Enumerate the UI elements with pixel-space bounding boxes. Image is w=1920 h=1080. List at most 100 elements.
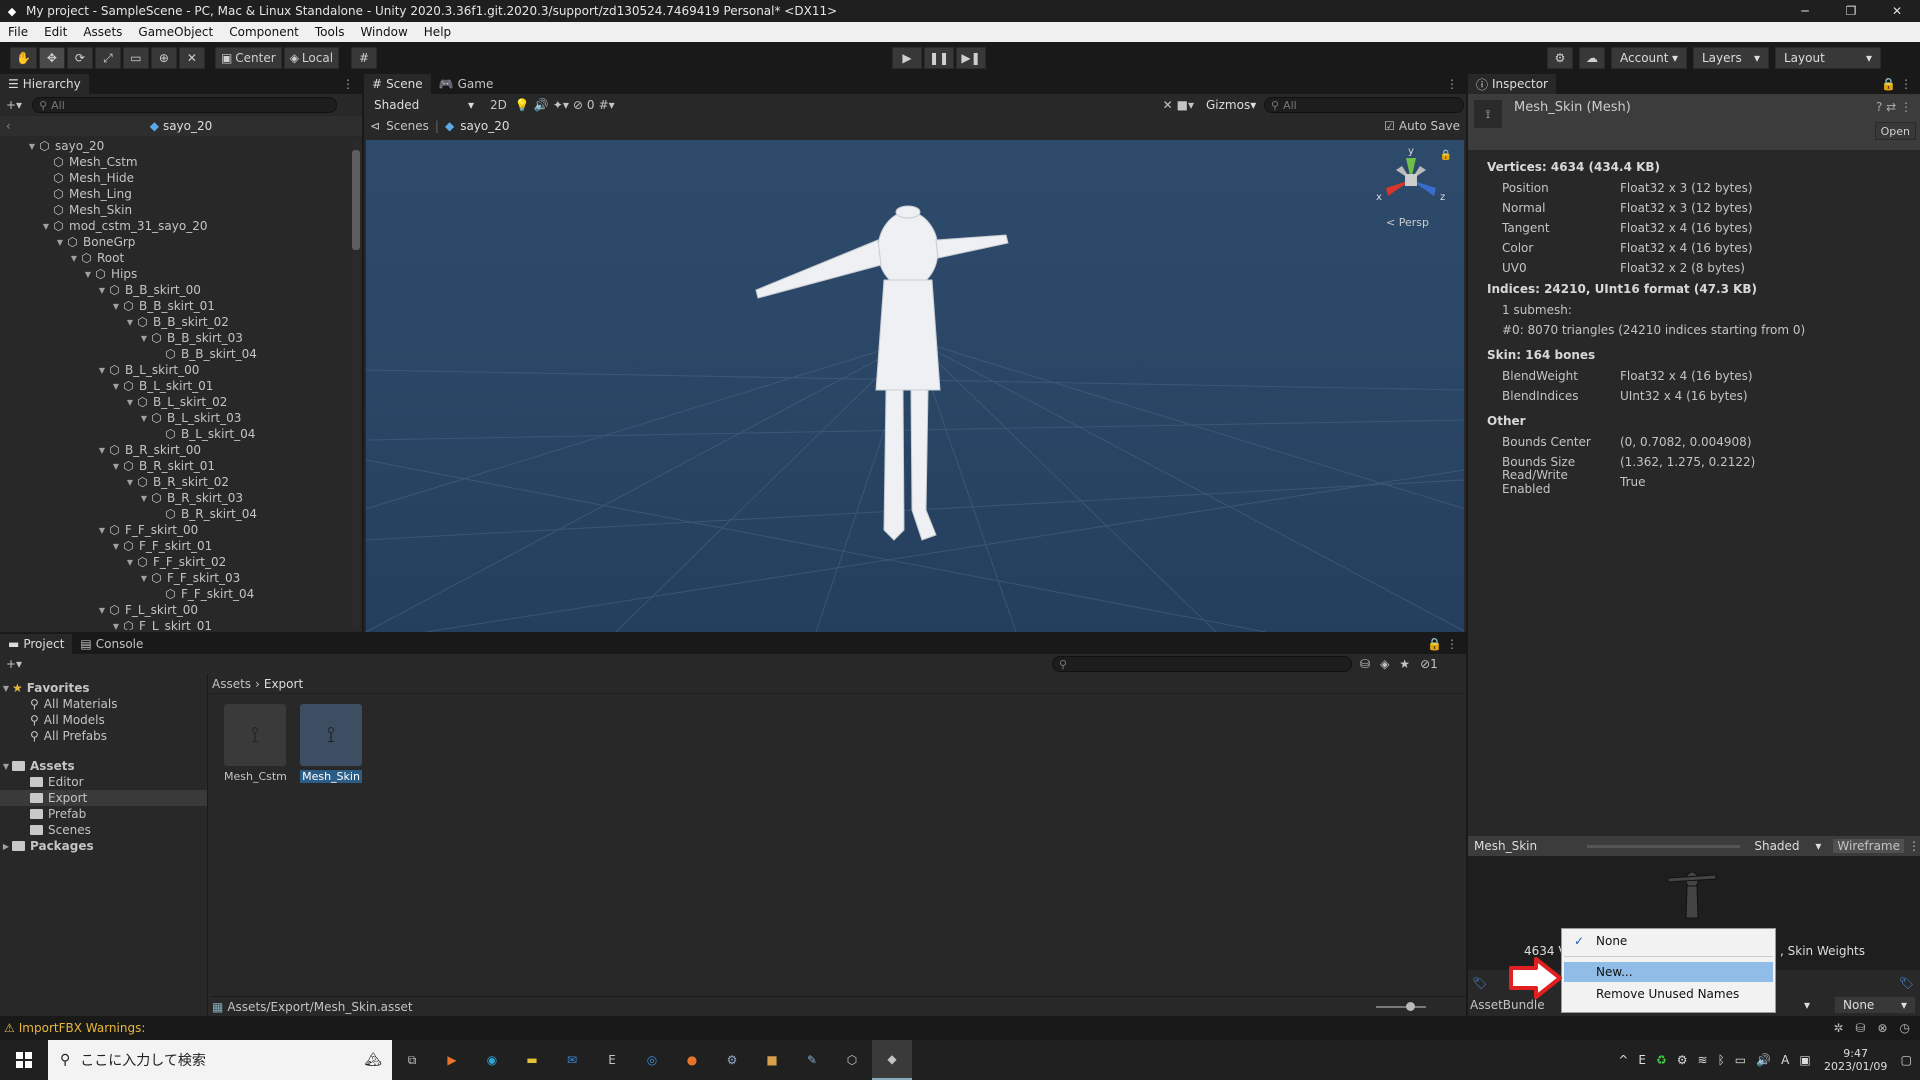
- hierarchy-item[interactable]: ▼ ⬡ B_L_skirt_00: [0, 362, 362, 378]
- custom-tool-button[interactable]: ✕: [178, 47, 205, 69]
- assets-folder[interactable]: ▼ Assets: [0, 758, 207, 774]
- grid-snap-button[interactable]: #: [351, 47, 378, 69]
- expand-arrow-icon[interactable]: ▼: [124, 398, 136, 407]
- windows-start-icon[interactable]: [0, 1040, 48, 1080]
- expand-arrow-icon[interactable]: ▼: [40, 222, 52, 231]
- tray-steam-icon[interactable]: ⚙: [1677, 1053, 1688, 1067]
- rotate-tool-button[interactable]: ⟳: [66, 47, 93, 69]
- hierarchy-item[interactable]: ▼ ⬡ B_L_skirt_01: [0, 378, 362, 394]
- wireframe-toggle[interactable]: Wireframe: [1833, 839, 1904, 853]
- hierarchy-item[interactable]: ▼ ⬡ B_B_skirt_02: [0, 314, 362, 330]
- asset-file[interactable]: ⟟ Mesh_Skin: [300, 704, 362, 783]
- menu-item-remove-unused-names[interactable]: Remove Unused Names: [1562, 984, 1775, 1004]
- taskbar-search-input[interactable]: ⚲ ここに入力して検索 🏔: [48, 1040, 392, 1080]
- menu-file[interactable]: File: [0, 25, 36, 39]
- layers-dropdown[interactable]: Layers ▾: [1693, 47, 1769, 69]
- filter-type-icon[interactable]: ⛁: [1360, 657, 1370, 671]
- hierarchy-item[interactable]: ▼ ⬡ B_L_skirt_02: [0, 394, 362, 410]
- unity-editor-icon[interactable]: ◆: [872, 1040, 912, 1080]
- menu-component[interactable]: Component: [221, 25, 307, 39]
- hand-tool-button[interactable]: ✋: [10, 47, 37, 69]
- expand-arrow-icon[interactable]: ▼: [96, 526, 108, 535]
- menu-gameobject[interactable]: GameObject: [130, 25, 221, 39]
- hierarchy-item[interactable]: ▼ ⬡ F_L_skirt_00: [0, 602, 362, 618]
- notification-icon[interactable]: ▢: [1901, 1053, 1912, 1067]
- expand-arrow-icon[interactable]: ▼: [138, 334, 150, 343]
- tab-game[interactable]: 🎮 Game: [431, 74, 502, 94]
- breadcrumb-scenes[interactable]: Scenes: [386, 119, 429, 133]
- tray-recycle-icon[interactable]: ♻: [1656, 1053, 1667, 1067]
- hierarchy-item[interactable]: ⬡ Mesh_Cstm: [0, 154, 362, 170]
- folder-item-prefab[interactable]: Prefab: [0, 806, 207, 822]
- breadcrumb-assets[interactable]: Assets: [212, 677, 251, 691]
- hierarchy-item[interactable]: ▼ ⬡ F_F_skirt_01: [0, 538, 362, 554]
- favorites-header[interactable]: ▼ ★ Favorites: [0, 680, 207, 696]
- scene-viewport[interactable]: y x z < Persp 🔒: [366, 140, 1464, 632]
- tab-hierarchy[interactable]: ☰ Hierarchy: [0, 74, 89, 94]
- origin-icon[interactable]: ●: [672, 1040, 712, 1080]
- ubisoft-icon[interactable]: ◎: [632, 1040, 672, 1080]
- edge-icon[interactable]: ◉: [472, 1040, 512, 1080]
- menu-help[interactable]: Help: [416, 25, 459, 39]
- lock-icon[interactable]: 🔒 ⋮: [1427, 637, 1458, 651]
- panel-menu-icon[interactable]: ⋮: [1908, 839, 1920, 853]
- clock[interactable]: 9:47 2023/01/09: [1821, 1047, 1891, 1073]
- lock-icon[interactable]: 🔒 ⋮: [1881, 77, 1912, 91]
- menu-item-new[interactable]: New...: [1564, 962, 1773, 982]
- hierarchy-item[interactable]: ▼ ⬡ B_R_skirt_02: [0, 474, 362, 490]
- hierarchy-item[interactable]: ▼ ⬡ mod_cstm_31_sayo_20: [0, 218, 362, 234]
- favorite-item[interactable]: ⚲ All Models: [0, 712, 207, 728]
- move-tool-button[interactable]: ✥: [38, 47, 65, 69]
- tab-scene[interactable]: # Scene: [364, 74, 431, 94]
- hierarchy-item[interactable]: ▼ ⬡ B_B_skirt_00: [0, 282, 362, 298]
- panel-menu-icon[interactable]: ⋮: [342, 77, 354, 91]
- step-button[interactable]: ▶❚: [956, 47, 986, 69]
- expand-arrow-icon[interactable]: ▼: [138, 574, 150, 583]
- assetbundle-variant-dropdown[interactable]: None ▾: [1834, 996, 1916, 1014]
- 2d-toggle[interactable]: 2D: [486, 98, 511, 112]
- tab-project[interactable]: ▬ Project: [0, 634, 73, 654]
- effects-icon[interactable]: ✦▾: [553, 98, 569, 112]
- folder-item-editor[interactable]: Editor: [0, 774, 207, 790]
- create-button[interactable]: +▾: [6, 98, 22, 112]
- shading-mode-dropdown[interactable]: Shaded ▾: [366, 96, 482, 114]
- hierarchy-item[interactable]: ▼ ⬡ F_F_skirt_02: [0, 554, 362, 570]
- open-button[interactable]: Open: [1874, 122, 1916, 140]
- expand-arrow-icon[interactable]: ▼: [54, 238, 66, 247]
- expand-arrow-icon[interactable]: ▼: [96, 606, 108, 615]
- minimize-button[interactable]: ─: [1782, 0, 1828, 22]
- filter-label-icon[interactable]: ◈: [1380, 657, 1389, 671]
- hierarchy-item[interactable]: ⬡ F_F_skirt_04: [0, 586, 362, 602]
- layout-dropdown[interactable]: Layout ▾: [1775, 47, 1881, 69]
- status-message[interactable]: ImportFBX Warnings:: [19, 1021, 146, 1035]
- panel-menu-icon[interactable]: ⋮: [1446, 77, 1458, 91]
- project-search-input[interactable]: ⚲: [1052, 656, 1352, 672]
- packages-folder[interactable]: ▶ Packages: [0, 838, 207, 854]
- hierarchy-item[interactable]: ⬡ Mesh_Skin: [0, 202, 362, 218]
- hierarchy-item[interactable]: ⬡ B_L_skirt_04: [0, 426, 362, 442]
- expand-arrow-icon[interactable]: ▼: [110, 462, 122, 471]
- hierarchy-item[interactable]: ▼ ⬡ F_F_skirt_03: [0, 570, 362, 586]
- close-button[interactable]: ✕: [1874, 0, 1920, 22]
- ime-indicator[interactable]: A: [1781, 1053, 1789, 1067]
- hierarchy-item[interactable]: ▼ ⬡ F_F_skirt_00: [0, 522, 362, 538]
- expand-arrow-icon[interactable]: ▼: [96, 366, 108, 375]
- rect-tool-button[interactable]: ▭: [122, 47, 149, 69]
- gizmos-dropdown[interactable]: Gizmos ▾: [1198, 96, 1260, 114]
- hierarchy-item[interactable]: ▼ ⬡ BoneGrp: [0, 234, 362, 250]
- hierarchy-item[interactable]: ⬡ Mesh_Hide: [0, 170, 362, 186]
- hierarchy-search-input[interactable]: ⚲ All: [32, 97, 338, 113]
- app-icon[interactable]: ■: [752, 1040, 792, 1080]
- volume-icon[interactable]: 🔊: [1756, 1053, 1771, 1067]
- preview-shading-dropdown[interactable]: Shaded ▾: [1746, 837, 1830, 855]
- hierarchy-item[interactable]: ▼ ⬡ B_B_skirt_03: [0, 330, 362, 346]
- task-view-icon[interactable]: ⧉: [392, 1040, 432, 1080]
- debug-icon[interactable]: ✲: [1833, 1021, 1843, 1035]
- paint-icon[interactable]: ✎: [792, 1040, 832, 1080]
- keyboard-icon[interactable]: ▣: [1799, 1053, 1810, 1067]
- transform-tool-button[interactable]: ⊕: [150, 47, 177, 69]
- epic-games-icon[interactable]: E: [592, 1040, 632, 1080]
- menu-tools[interactable]: Tools: [307, 25, 353, 39]
- expand-arrow-icon[interactable]: ▼: [124, 318, 136, 327]
- favorite-item[interactable]: ⚲ All Prefabs: [0, 728, 207, 744]
